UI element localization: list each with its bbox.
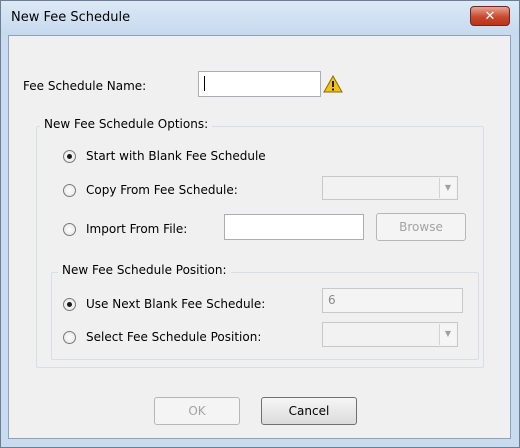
cancel-button[interactable]: Cancel <box>261 397 357 425</box>
dialog-window: New Fee Schedule ✕ Fee Schedule Name: Ne… <box>0 0 520 448</box>
title-bar[interactable]: New Fee Schedule ✕ <box>1 1 519 35</box>
options-group-legend: New Fee Schedule Options: <box>40 117 213 131</box>
fee-schedule-name-label: Fee Schedule Name: <box>23 79 147 93</box>
start-blank-label: Start with Blank Fee Schedule <box>86 149 266 163</box>
import-from-file-label: Import From File: <box>86 222 188 236</box>
browse-button[interactable]: Browse <box>376 213 466 241</box>
select-position-label: Select Fee Schedule Position: <box>86 330 262 344</box>
use-next-blank-radio[interactable] <box>63 298 76 311</box>
import-from-file-radio[interactable] <box>63 223 76 236</box>
import-file-path-input[interactable] <box>224 214 364 240</box>
copy-from-radio[interactable] <box>63 184 76 197</box>
position-group-legend: New Fee Schedule Position: <box>58 263 231 277</box>
text-cursor <box>204 76 205 91</box>
next-blank-position-field: 6 <box>322 288 463 313</box>
ok-button[interactable]: OK <box>154 397 240 425</box>
chevron-down-icon: ▼ <box>439 324 456 345</box>
copy-from-label: Copy From Fee Schedule: <box>86 183 238 197</box>
close-icon: ✕ <box>484 9 496 24</box>
close-button[interactable]: ✕ <box>470 6 510 26</box>
select-position-radio[interactable] <box>63 331 76 344</box>
window-title: New Fee Schedule <box>11 10 131 25</box>
warning-triangle-icon <box>323 74 343 96</box>
fee-schedule-name-input[interactable] <box>198 71 321 97</box>
chevron-down-icon: ▼ <box>439 178 456 198</box>
use-next-blank-label: Use Next Blank Fee Schedule: <box>86 297 266 311</box>
select-position-dropdown[interactable]: ▼ <box>322 322 458 347</box>
start-blank-radio[interactable] <box>63 150 76 163</box>
dialog-body: Fee Schedule Name: New Fee Schedule Opti… <box>8 35 511 439</box>
copy-from-dropdown[interactable]: ▼ <box>322 176 458 200</box>
